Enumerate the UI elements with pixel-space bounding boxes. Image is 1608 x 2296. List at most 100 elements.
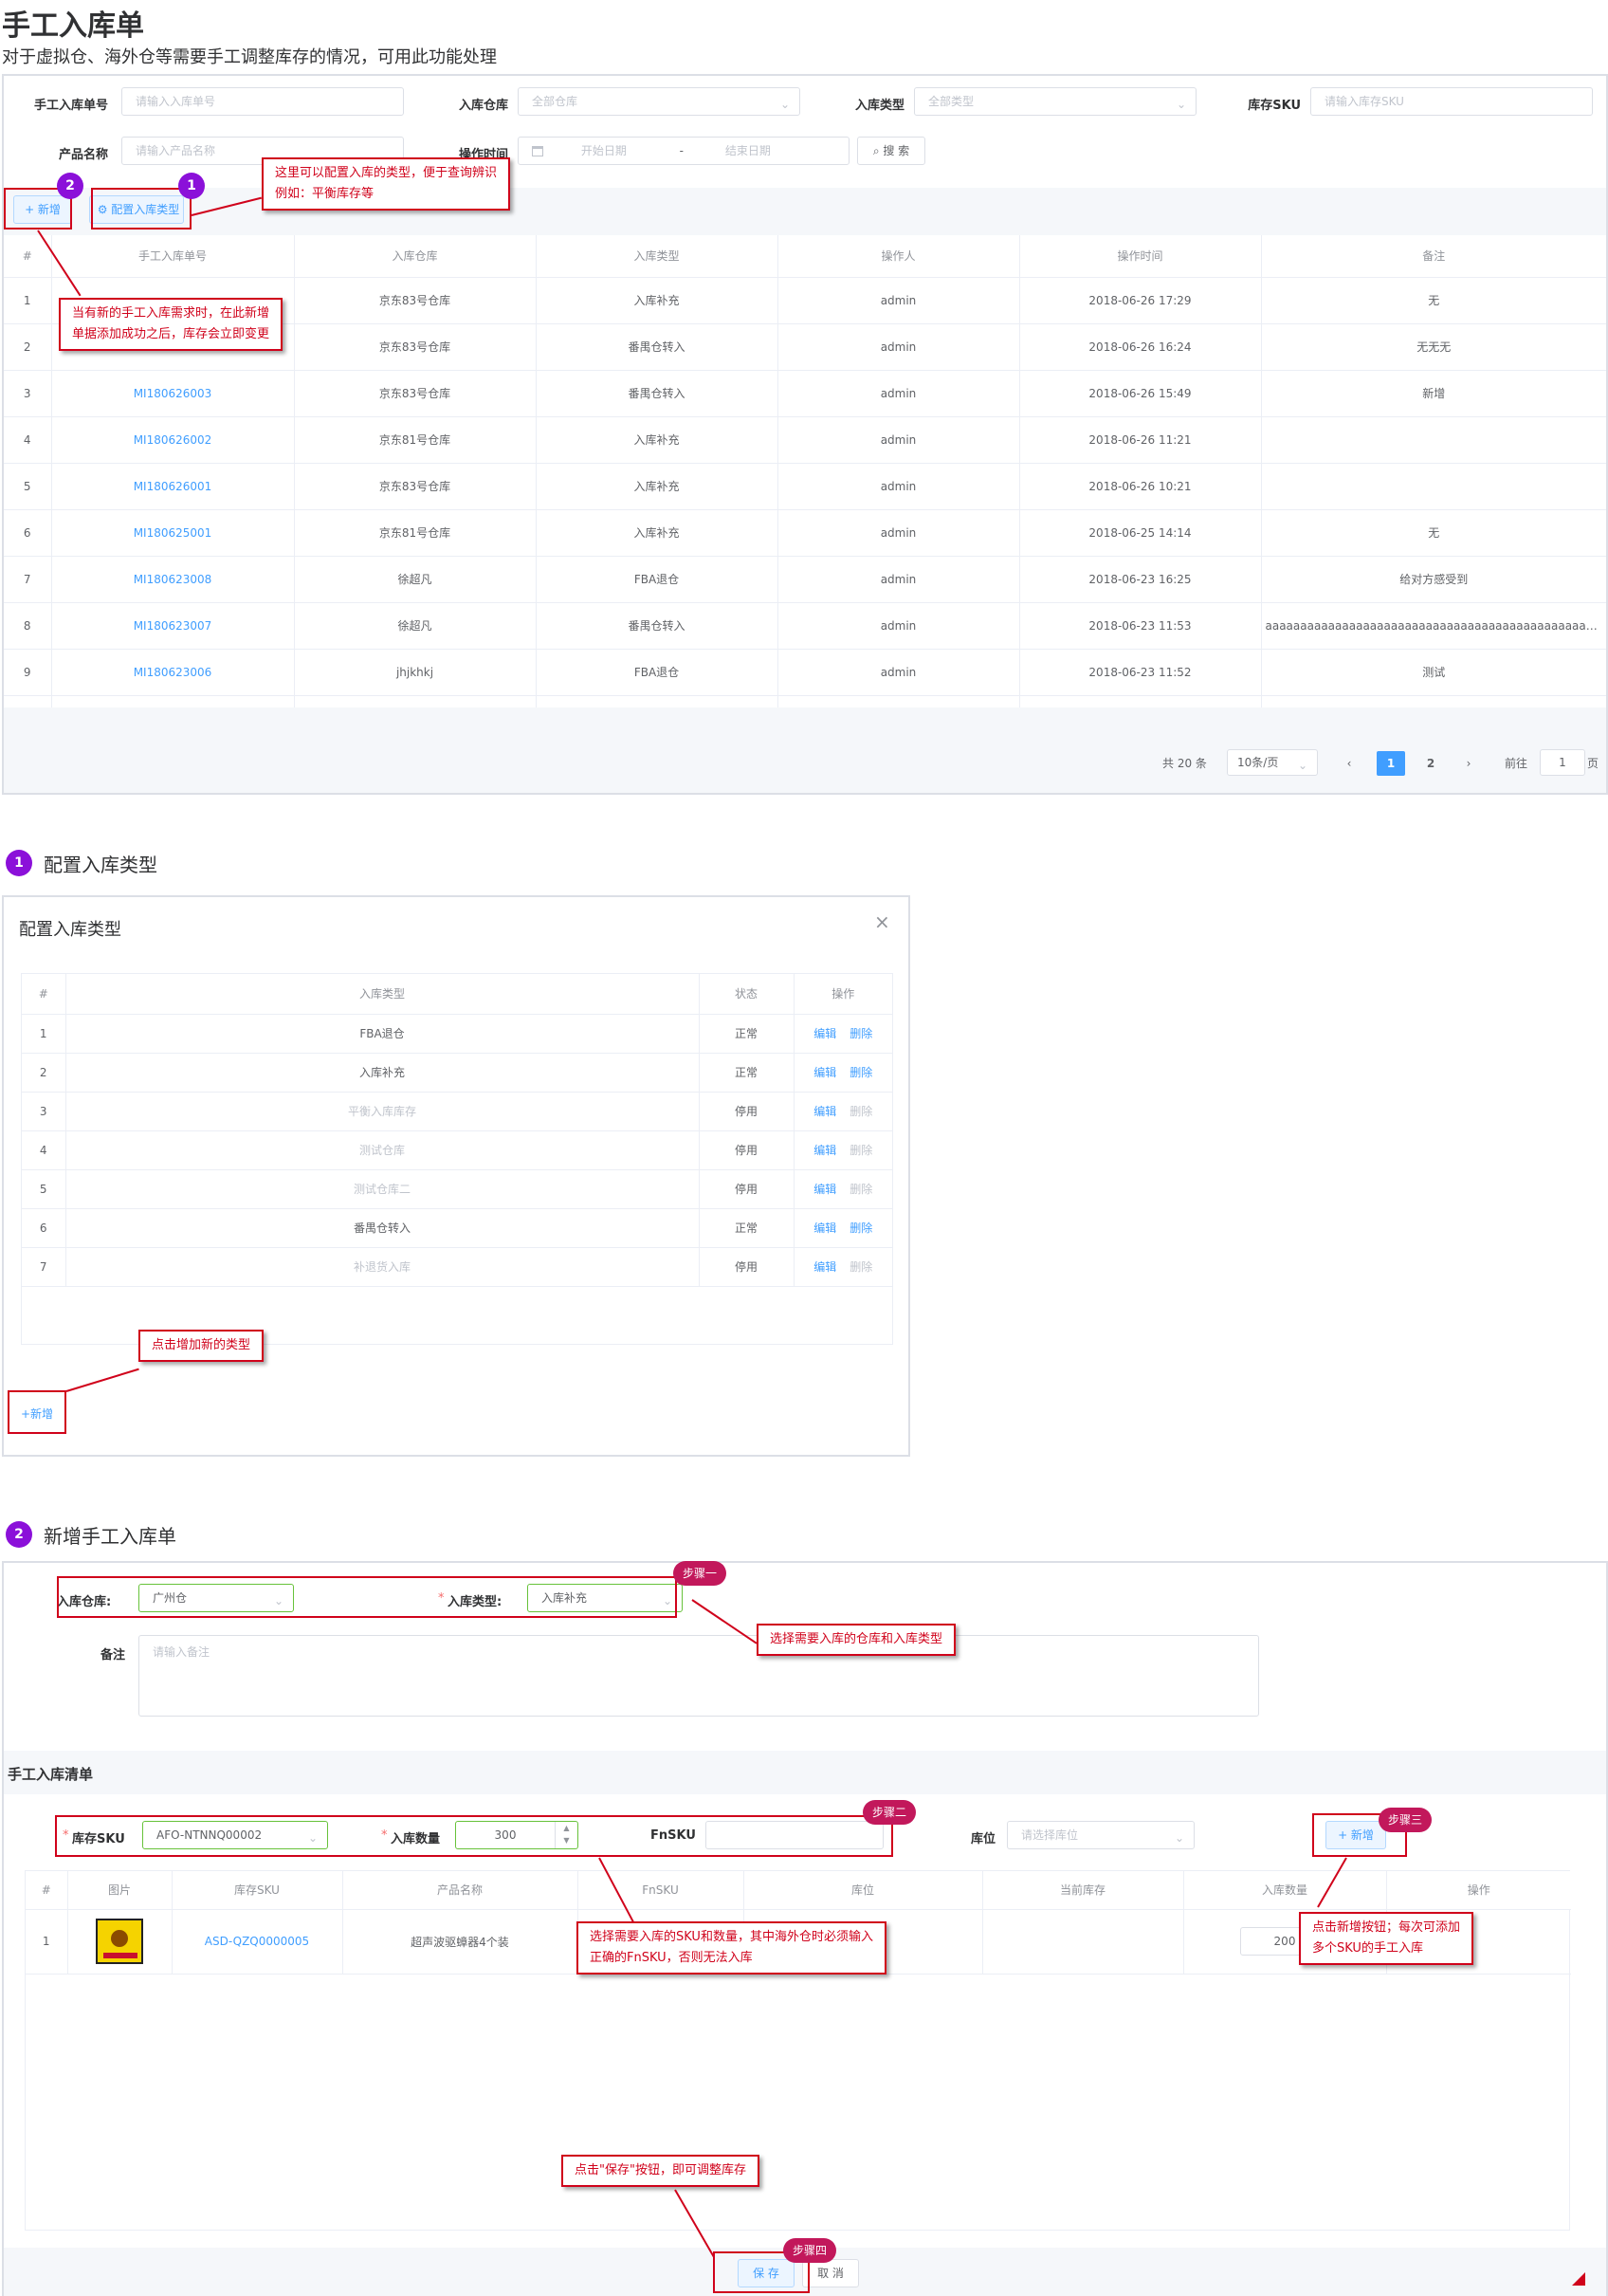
search-button-label: 搜 索 [883,144,910,157]
next-page-button[interactable]: › [1454,751,1483,776]
sku-input[interactable]: 请输入库存SKU [1310,87,1593,116]
order-no-input[interactable]: 请输入入库单号 [121,87,404,116]
type-select[interactable]: 全部类型 ⌄ [914,87,1197,116]
row-type: 入库补充 [535,509,777,557]
close-icon[interactable]: × [874,910,890,933]
calendar-icon [532,146,543,156]
row-time: 2018-06-26 16:24 [1018,323,1261,371]
date-range-picker[interactable]: 开始日期 - 结束日期 [518,137,850,165]
step1-highlight [57,1576,677,1618]
row-note: 无 [1260,509,1606,557]
edit-link[interactable]: 编辑 [813,1144,836,1157]
row-order-no[interactable]: MI180623006 [50,649,294,696]
delete-link[interactable]: 删除 [850,1144,872,1157]
page-subtitle: 对于虚拟仓、海外仓等需要手工调整库存的情况，可用此功能处理 [2,47,497,67]
row-order-no[interactable]: MI180625001 [50,509,294,557]
pagination-bar [4,707,1606,793]
type-select-value: 全部类型 [928,95,975,108]
delete-link[interactable]: 删除 [850,1221,872,1235]
chevron-down-icon: ⌄ [1174,1831,1184,1845]
row-order-no[interactable]: MI180626003 [50,370,294,417]
row-status: 正常 [698,1014,794,1054]
step4-callout: 点击"保存"按钮，即可调整库存 [561,2155,759,2187]
row-product-name: 超声波驱蟑器4个装 [341,1909,577,1975]
search-icon: ⌕ [872,144,884,157]
page-2-button[interactable]: 2 [1416,751,1445,776]
delete-link[interactable]: 删除 [850,1066,872,1079]
table-row: 5 MI180626001 京东83号仓库 入库补充 admin 2018-06-26 1… [4,463,1606,510]
col-action: 操作 [1385,1871,1571,1910]
row-warehouse: 京东83号仓库 [293,463,536,510]
row-status: 停用 [698,1092,794,1131]
end-date: 结束日期 [724,144,771,157]
row-index: 8 [4,602,51,650]
row-sku[interactable]: ASD-QZQ0000005 [171,1909,342,1975]
col-image: 图片 [66,1871,172,1910]
page-1-button[interactable]: 1 [1377,751,1405,776]
row-index: 6 [4,509,51,557]
row-operator: admin [777,323,1019,371]
goto-page-input[interactable]: 1 [1540,749,1585,776]
edit-link[interactable]: 编辑 [813,1027,836,1040]
col-index: # [22,974,65,1015]
col-status: 状态 [698,974,794,1015]
section-2-title: 新增手工入库单 [44,1525,176,1548]
prev-page-button[interactable]: ‹ [1335,751,1363,776]
row-index: 2 [4,323,51,371]
row-index: 3 [22,1092,65,1131]
row-type: 测试仓库二 [64,1169,699,1209]
table-row: 7 MI180623008 徐超凡 FBA退仓 admin 2018-06-23 16:2… [4,556,1606,603]
table-row: 1 FBA退仓 正常 编辑 删除 [22,1014,892,1054]
edit-link[interactable]: 编辑 [813,1105,836,1118]
page-unit-label: 页 [1586,757,1599,770]
row-order-no[interactable]: MI180623007 [50,602,294,650]
step1-pill: 步骤一 [673,1561,727,1586]
col-current-stock: 当前库存 [981,1871,1183,1910]
row-operator: admin [777,509,1019,557]
row-order-no[interactable]: MI180626002 [50,416,294,464]
delete-link[interactable]: 删除 [850,1260,872,1274]
row-actions: 编辑 删除 [793,1092,892,1131]
search-button[interactable]: ⌕ 搜 索 [857,137,925,165]
edit-link[interactable]: 编辑 [813,1221,836,1235]
row-type: 入库补充 [535,463,777,510]
section-1-title: 配置入库类型 [44,854,157,876]
warehouse-select[interactable]: 全部仓库 ⌄ [518,87,800,116]
chevron-down-icon: ⌄ [1297,759,1307,772]
list-location-select[interactable]: 请选择库位 ⌄ [1007,1821,1195,1849]
col-type: 入库类型 [64,974,699,1015]
badge-1: 1 [178,173,205,199]
order-no-label: 手工入库单号 [33,99,108,113]
date-separator: - [679,144,685,157]
row-note: 无 [1260,277,1606,324]
row-order-no[interactable]: MI180623008 [50,556,294,603]
note-textarea[interactable]: 请输入备注 [138,1635,1259,1717]
row-type: 测试仓库 [64,1130,699,1170]
page-size-value: 10条/页 [1237,756,1279,769]
row-warehouse: 京东81号仓库 [293,509,536,557]
row-index: 3 [4,370,51,417]
config-button-highlight [91,188,192,230]
page-size-select[interactable]: 10条/页 ⌄ [1227,749,1318,776]
step4-pill: 步骤四 [783,2238,837,2263]
row-time: 2018-06-23 16:25 [1018,556,1261,603]
row-index: 1 [26,1909,67,1975]
note-label: 备注 [100,1648,126,1662]
row-index: 6 [22,1208,65,1248]
edit-link[interactable]: 编辑 [813,1183,836,1196]
row-type: 入库补充 [535,416,777,464]
row-actions: 编辑 删除 [793,1208,892,1248]
col-index: # [26,1871,67,1910]
row-operator: admin [777,463,1019,510]
edit-link[interactable]: 编辑 [813,1066,836,1079]
table-row: 5 测试仓库二 停用 编辑 删除 [22,1169,892,1209]
edit-link[interactable]: 编辑 [813,1260,836,1274]
delete-link[interactable]: 删除 [850,1183,872,1196]
delete-link[interactable]: 删除 [850,1027,872,1040]
row-note: 测试 [1260,649,1606,696]
cancel-button[interactable]: 取 消 [802,2259,859,2287]
row-index: 5 [4,463,51,510]
start-date: 开始日期 [580,144,627,157]
delete-link[interactable]: 删除 [850,1105,872,1118]
row-order-no[interactable]: MI180626001 [50,463,294,510]
